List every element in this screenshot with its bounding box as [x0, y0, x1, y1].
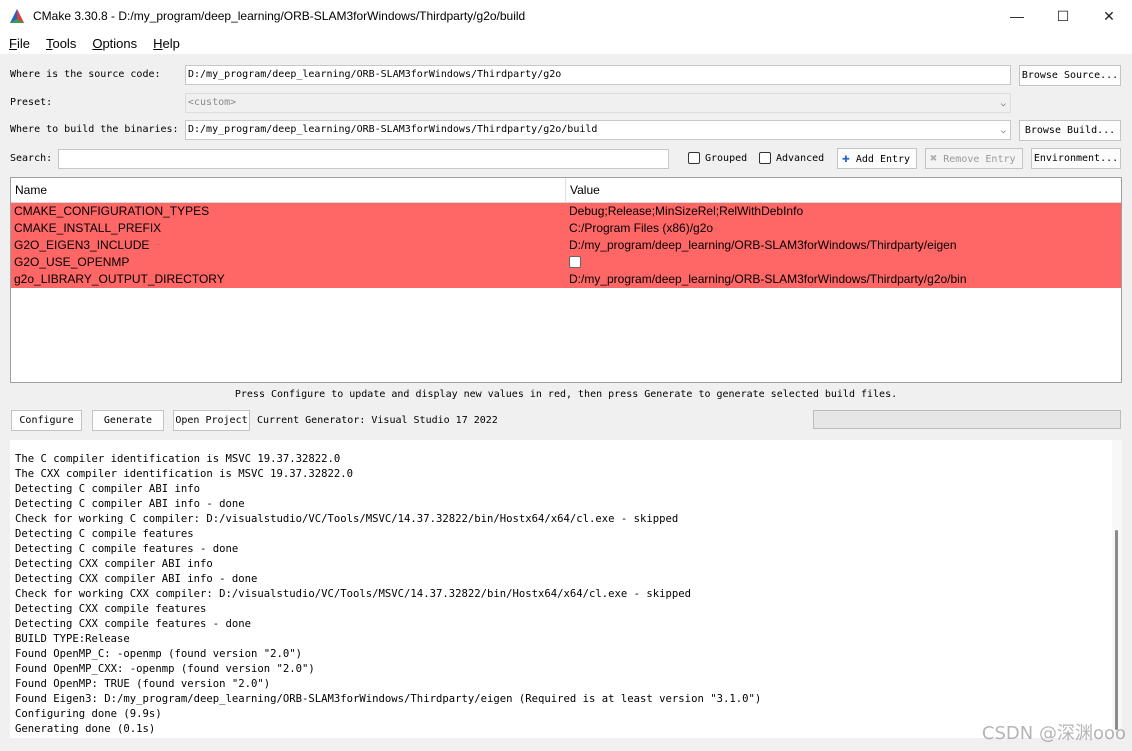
log-line: Generating done (0.1s) [15, 723, 156, 735]
log-line: Found Eigen3: D:/my_program/deep_learnin… [15, 693, 762, 705]
generate-button[interactable]: Generate [92, 410, 164, 431]
title-bar: CMake 3.30.8 - D:/my_program/deep_learni… [0, 0, 1132, 32]
open-project-button[interactable]: Open Project [173, 410, 250, 431]
entry-value[interactable] [566, 254, 1121, 271]
configure-hint: Press Configure to update and display ne… [234, 389, 898, 400]
window-title: CMake 3.30.8 - D:/my_program/deep_learni… [33, 9, 526, 23]
table-row[interactable]: CMAKE_INSTALL_PREFIX C:/Program Files (x… [11, 220, 1121, 237]
entry-value[interactable]: Debug;Release;MinSizeRel;RelWithDebInfo [566, 203, 1121, 220]
grouped-checkbox[interactable]: Grouped [688, 152, 747, 164]
table-row[interactable]: CMAKE_CONFIGURATION_TYPES Debug;Release;… [11, 203, 1121, 220]
close-button[interactable]: ✕ [1086, 0, 1132, 32]
log-line: Found OpenMP_C: -openmp (found version "… [15, 648, 303, 660]
chevron-down-icon[interactable]: ⌵ [1001, 124, 1006, 138]
log-line: Found OpenMP: TRUE (found version "2.0") [15, 678, 271, 690]
entry-value[interactable]: C:/Program Files (x86)/g2o [566, 220, 1121, 237]
log-line: Check for working CXX compiler: D:/visua… [15, 588, 692, 600]
log-scrollbar[interactable] [1112, 440, 1122, 738]
browse-source-button[interactable]: Browse Source... [1019, 65, 1121, 86]
log-line: Detecting C compile features [15, 528, 194, 540]
log-line: Detecting CXX compile features - done [15, 618, 251, 630]
advanced-checkbox[interactable]: Advanced [759, 152, 824, 164]
column-header-name[interactable]: Name [11, 178, 566, 202]
column-header-value[interactable]: Value [566, 178, 600, 202]
output-log[interactable]: The C compiler identification is MSVC 19… [10, 440, 1122, 738]
grouped-checkbox-box[interactable] [688, 152, 700, 164]
source-path-input[interactable]: D:/my_program/deep_learning/ORB-SLAM3for… [185, 65, 1011, 85]
remove-entry-label: Remove Entry [943, 154, 1016, 165]
entry-value[interactable]: D:/my_program/deep_learning/ORB-SLAM3for… [566, 237, 1121, 254]
entry-name: G2O_USE_OPENMP [14, 255, 130, 269]
log-line: Detecting CXX compiler ABI info - done [15, 573, 258, 585]
entry-name: g2o_LIBRARY_OUTPUT_DIRECTORY [14, 272, 225, 286]
table-row[interactable]: G2O_USE_OPENMP [11, 254, 1121, 271]
advanced-label: Advanced [776, 152, 825, 164]
environment-button[interactable]: Environment... [1031, 148, 1121, 169]
log-line: Configuring done (9.9s) [15, 708, 162, 720]
log-line: Found OpenMP_CXX: -openmp (found version… [15, 663, 315, 675]
plus-icon: ✚ [842, 151, 850, 166]
remove-entry-button: ✖ Remove Entry [925, 148, 1023, 169]
entry-name: CMAKE_CONFIGURATION_TYPES [14, 204, 210, 218]
menu-help[interactable]: Help [153, 36, 180, 51]
entry-name: CMAKE_INSTALL_PREFIX [14, 221, 162, 235]
table-row[interactable]: g2o_LIBRARY_OUTPUT_DIRECTORY D:/my_progr… [11, 271, 1121, 288]
current-generator: Current Generator: Visual Studio 17 2022 [257, 415, 498, 426]
grouped-label: Grouped [705, 152, 748, 164]
log-line: Detecting C compiler ABI info - done [15, 498, 245, 510]
entry-name: G2O_EIGEN3_INCLUDE [14, 238, 150, 252]
log-line: Detecting CXX compiler ABI info [15, 558, 213, 570]
log-line: Detecting C compile features - done [15, 543, 239, 555]
remove-icon: ✖ [930, 151, 938, 165]
scrollbar-thumb[interactable] [1115, 530, 1118, 730]
build-path-value: D:/my_program/deep_learning/ORB-SLAM3for… [188, 124, 598, 135]
configure-button[interactable]: Configure [11, 410, 82, 431]
log-line: Detecting C compiler ABI info [15, 483, 200, 495]
progress-bar [813, 410, 1121, 429]
search-label: Search: [10, 153, 53, 164]
source-label: Where is the source code: [10, 69, 161, 80]
preset-value: <custom> [188, 97, 237, 108]
log-line: The C compiler identification is MSVC 19… [15, 453, 341, 465]
menu-options[interactable]: Options [92, 36, 137, 51]
menu-bar: File Tools Options Help [0, 32, 1132, 54]
table-header: Name Value [11, 178, 1121, 203]
advanced-checkbox-box[interactable] [759, 152, 771, 164]
cache-table[interactable]: Name Value CMAKE_CONFIGURATION_TYPES Deb… [10, 177, 1122, 383]
table-row[interactable]: G2O_EIGEN3_INCLUDE D:/my_program/deep_le… [11, 237, 1121, 254]
log-text: The C compiler identification is MSVC 19… [10, 440, 1122, 737]
watermark: CSDN @深渊ooo [981, 723, 1126, 744]
maximize-button[interactable]: ☐ [1040, 0, 1086, 32]
log-line: Detecting CXX compile features [15, 603, 207, 615]
browse-build-button[interactable]: Browse Build... [1019, 120, 1121, 141]
add-entry-label: Add Entry [855, 154, 911, 165]
menu-file[interactable]: File [9, 36, 30, 51]
search-input[interactable] [58, 149, 669, 169]
cmake-logo-icon [10, 9, 24, 23]
log-line: Check for working C compiler: D:/visuals… [15, 513, 679, 525]
build-path-select[interactable]: D:/my_program/deep_learning/ORB-SLAM3for… [185, 120, 1011, 140]
add-entry-button[interactable]: ✚ Add Entry [837, 148, 917, 169]
minimize-button[interactable]: — [994, 0, 1040, 32]
entry-value[interactable]: D:/my_program/deep_learning/ORB-SLAM3for… [566, 271, 1121, 288]
build-label: Where to build the binaries: [10, 124, 179, 135]
use-openmp-checkbox[interactable] [569, 255, 581, 268]
chevron-down-icon: ⌵ [1000, 99, 1006, 109]
log-line: The CXX compiler identification is MSVC … [15, 468, 354, 480]
preset-select: <custom> ⌵ [185, 93, 1011, 113]
preset-label: Preset: [10, 97, 53, 108]
log-line: BUILD TYPE:Release [15, 633, 130, 645]
menu-tools[interactable]: Tools [46, 36, 76, 51]
